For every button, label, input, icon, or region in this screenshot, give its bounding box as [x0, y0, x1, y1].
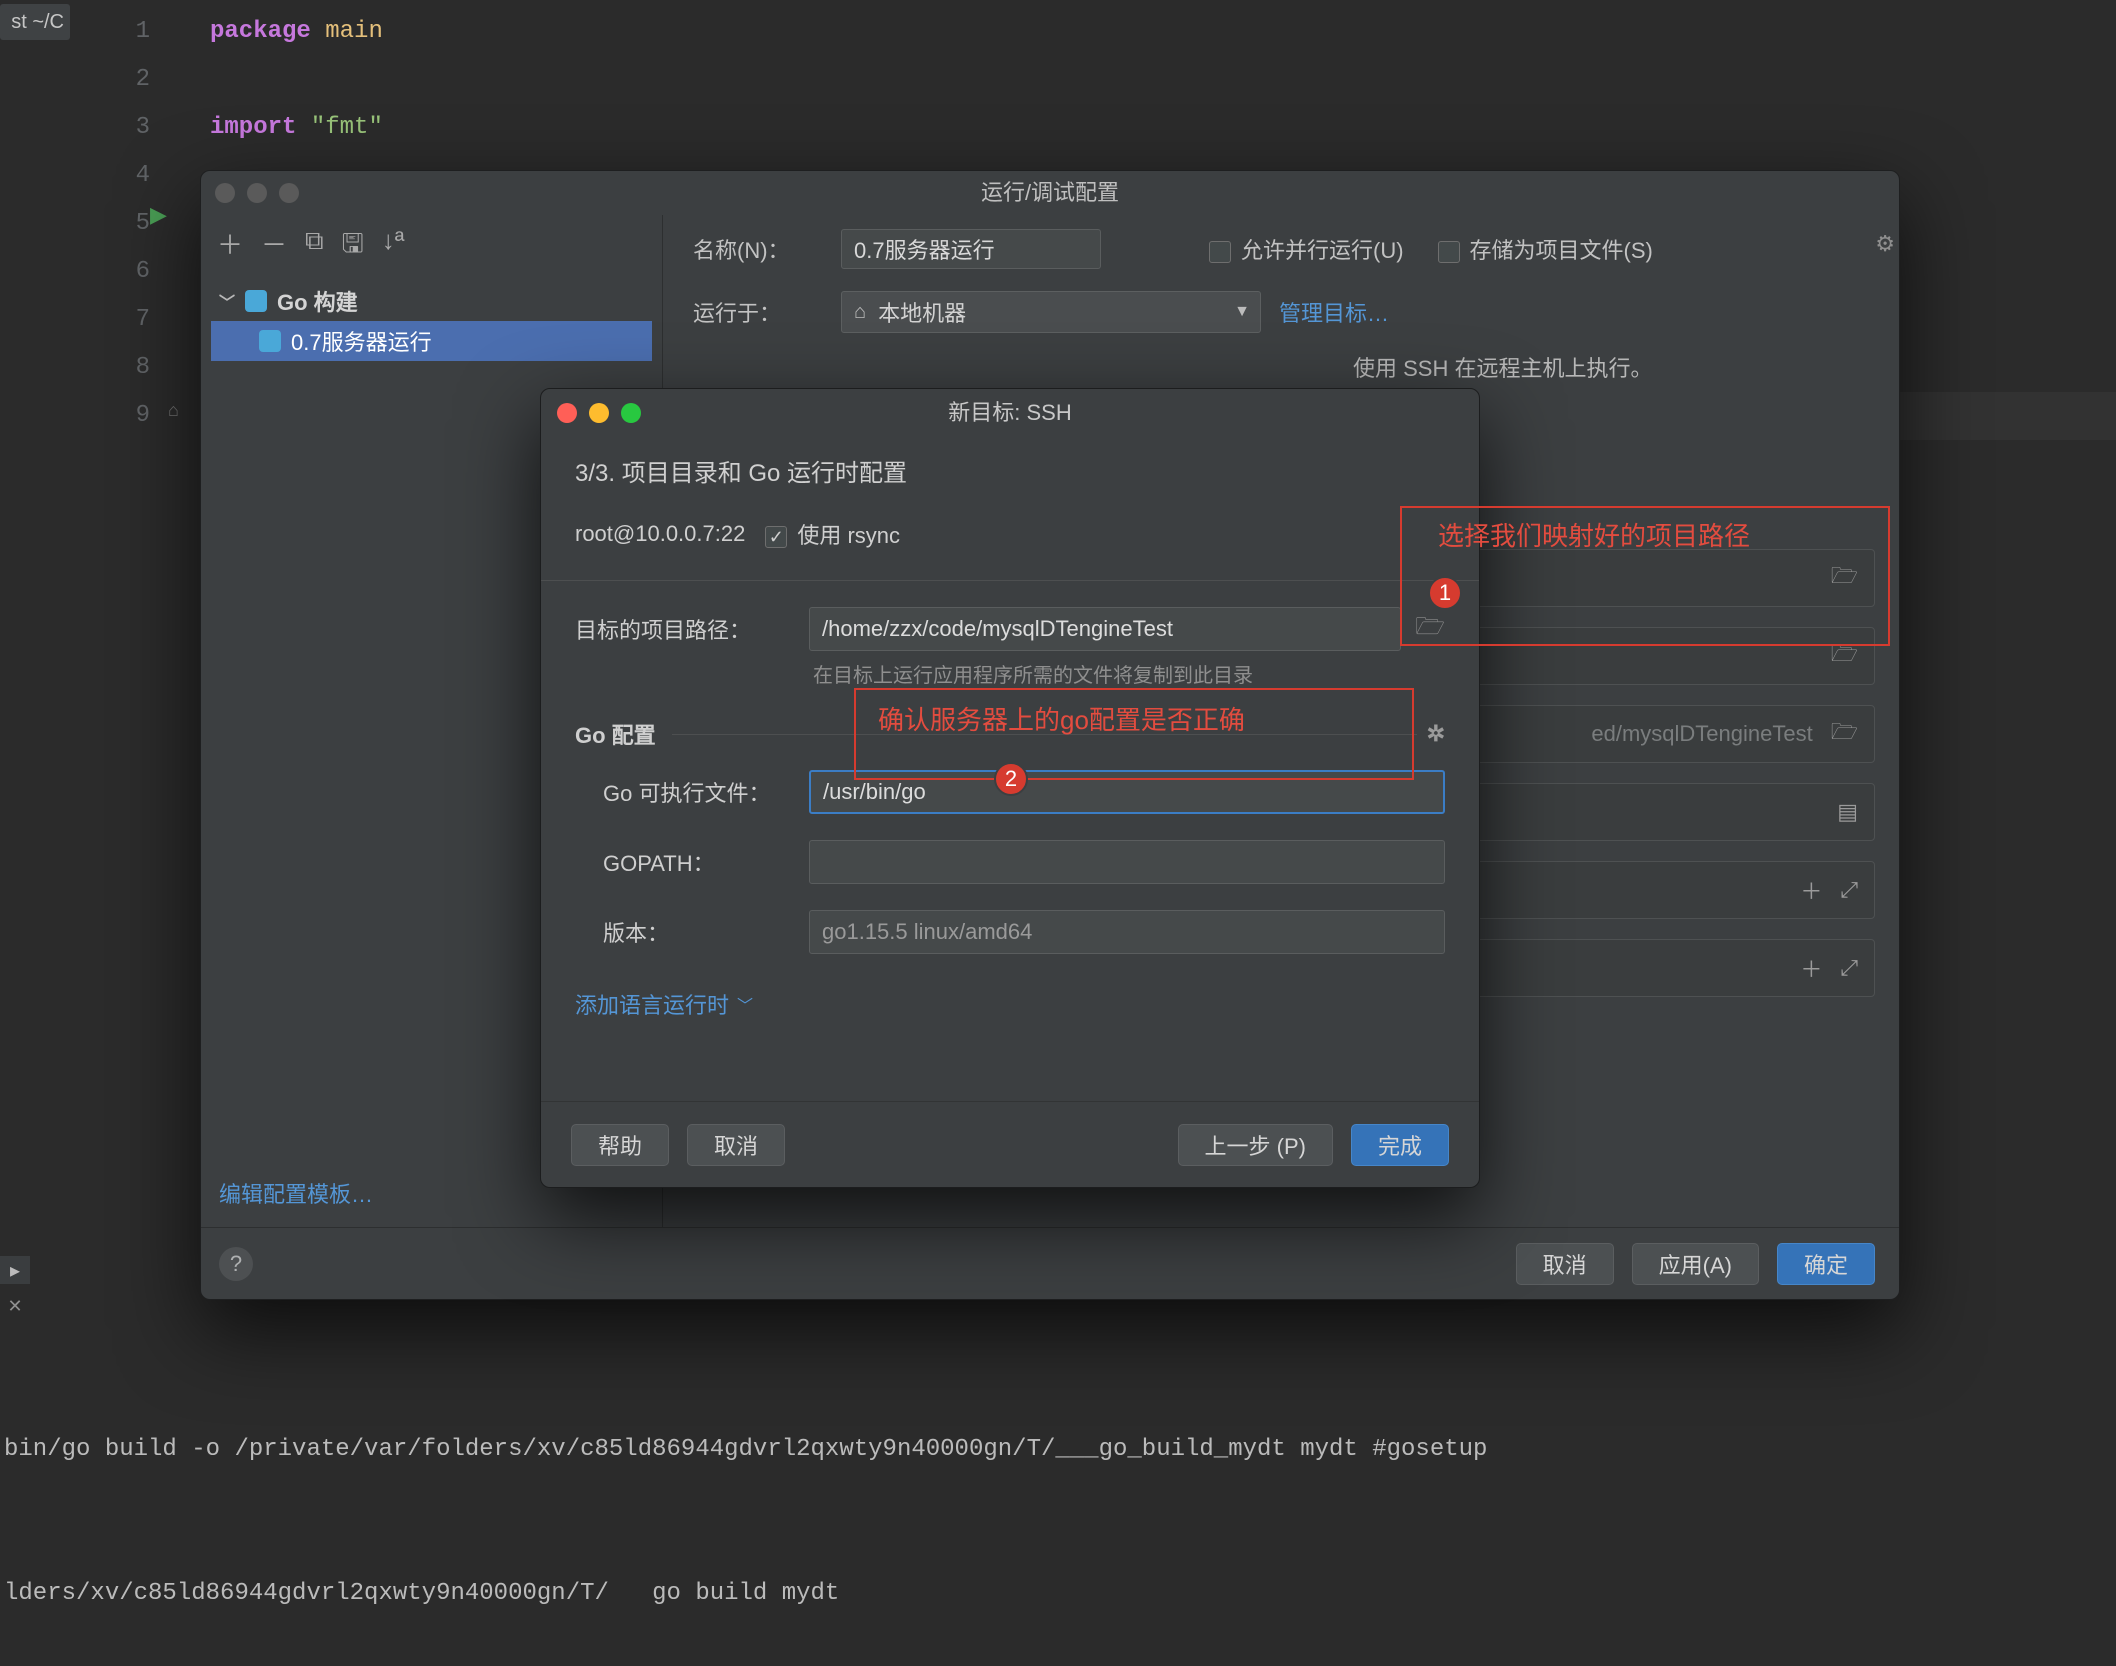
close-icon[interactable]	[557, 403, 577, 423]
annotation-badge-1: 1	[1428, 576, 1462, 610]
annotation-text-2: 确认服务器上的go配置是否正确	[878, 700, 1245, 737]
add-icon[interactable]: ＋	[1800, 874, 1822, 906]
run-on-label: 运行于：	[693, 296, 823, 328]
edit-config-templates-link[interactable]: 编辑配置模板…	[219, 1177, 373, 1209]
list-icon[interactable]: ▤	[1837, 799, 1858, 825]
previous-button[interactable]: 上一步 (P)	[1178, 1124, 1333, 1166]
sort-config-icon[interactable]: ↓ª	[382, 225, 405, 269]
allow-parallel-checkbox[interactable]: 允许并行运行(U)	[1209, 233, 1404, 265]
tree-item-label: 0.7服务器运行	[291, 325, 432, 357]
go-version-display	[809, 910, 1445, 954]
save-config-icon[interactable]: 🖫	[342, 225, 364, 269]
identifier: main	[325, 18, 383, 45]
terminal-output[interactable]: bin/go build -o /private/var/folders/xv/…	[0, 1330, 2116, 1666]
ssh-host-label: root@10.0.0.7:22	[575, 521, 745, 547]
terminal-line: bin/go build -o /private/var/folders/xv/…	[4, 1426, 2116, 1474]
ssh-dialog-title: 新目标: SSH	[541, 389, 1479, 437]
run-gutter-icon[interactable]: ▶	[150, 202, 167, 228]
expand-icon[interactable]: ⤢	[1840, 955, 1858, 981]
home-icon: ⌂	[854, 301, 866, 324]
expand-icon[interactable]: ⤢	[1840, 877, 1858, 903]
run-on-value: 本地机器	[878, 296, 966, 328]
minimize-icon[interactable]	[589, 403, 609, 423]
line-number: 9	[100, 392, 150, 440]
remove-config-icon[interactable]: －	[261, 225, 287, 269]
project-tab[interactable]: st ~/C	[0, 4, 70, 40]
tree-group-label: Go 构建	[277, 285, 358, 317]
tree-group-go-build[interactable]: ﹀ Go 构建	[211, 281, 652, 321]
use-rsync-checkbox[interactable]: 使用 rsync	[765, 518, 900, 550]
chevron-down-icon: ﹀	[737, 992, 753, 1016]
manage-targets-link[interactable]: 管理目标…	[1279, 296, 1389, 328]
gopath-input[interactable]	[809, 840, 1445, 884]
keyword: package	[210, 18, 311, 45]
config-tree[interactable]: ﹀ Go 构建 0.7服务器运行	[201, 277, 662, 365]
ssh-dialog-footer: 帮助 取消 上一步 (P) 完成	[541, 1101, 1479, 1187]
gopher-icon	[245, 290, 267, 312]
name-label: 名称(N)：	[693, 233, 823, 265]
tree-item-selected[interactable]: 0.7服务器运行	[211, 321, 652, 361]
line-number: 8	[100, 344, 150, 392]
dialog-title: 运行/调试配置	[201, 171, 1899, 215]
keyword: import	[210, 114, 296, 141]
line-number: 1	[100, 8, 150, 56]
config-toolbar: ＋ － ⧉ 🖫 ↓ª	[201, 215, 662, 277]
finish-button[interactable]: 完成	[1351, 1124, 1449, 1166]
line-number: 5	[100, 200, 150, 248]
string: "fmt"	[311, 114, 383, 141]
line-number: 3	[100, 104, 150, 152]
project-path-label: 目标的项目路径：	[575, 613, 795, 645]
gopath-label: GOPATH：	[575, 846, 795, 878]
annotation-text-1: 选择我们映射好的项目路径	[1438, 516, 1750, 553]
maximize-icon[interactable]	[621, 403, 641, 423]
gopher-icon	[259, 330, 281, 352]
gear-icon[interactable]: ⚙	[1875, 231, 1895, 257]
go-config-section-label: Go 配置	[575, 718, 656, 750]
add-config-icon[interactable]: ＋	[217, 225, 243, 269]
terminal-line: lders/xv/c85ld86944gdvrl2qxwty9n40000gn/…	[4, 1570, 2116, 1618]
dialog-footer: ? 取消 应用(A) 确定	[201, 1227, 1899, 1299]
add-icon[interactable]: ＋	[1800, 952, 1822, 984]
help-button[interactable]: 帮助	[571, 1124, 669, 1166]
code-editor[interactable]: package main import "fmt"	[210, 8, 2116, 152]
chevron-down-icon: ▼	[1234, 303, 1250, 321]
add-runtime-link[interactable]: 添加语言运行时﹀	[575, 988, 753, 1020]
annotation-badge-2: 2	[994, 762, 1028, 796]
window-traffic-lights[interactable]	[215, 183, 299, 203]
gear-icon[interactable]: ✲	[1427, 721, 1445, 747]
line-number: 6	[100, 248, 150, 296]
terminal-tab-chevron[interactable]: ▸	[0, 1256, 30, 1284]
project-path-input[interactable]	[809, 607, 1401, 651]
version-label: 版本：	[575, 916, 795, 948]
line-number: 4	[100, 152, 150, 200]
line-number: 7	[100, 296, 150, 344]
window-traffic-lights[interactable]	[557, 403, 641, 423]
apply-button[interactable]: 应用(A)	[1632, 1243, 1759, 1285]
project-path-hint: 在目标上运行应用程序所需的文件将复制到此目录	[813, 659, 1445, 688]
copy-config-icon[interactable]: ⧉	[305, 225, 324, 269]
go-exec-label: Go 可执行文件：	[575, 776, 795, 808]
ok-button[interactable]: 确定	[1777, 1243, 1875, 1285]
ssh-step-label: 3/3. 项目目录和 Go 运行时配置	[575, 453, 1445, 488]
terminal-close-icon[interactable]: ✕	[0, 1291, 30, 1321]
ssh-note: 使用 SSH 在远程主机上执行。	[693, 351, 1875, 383]
folder-icon[interactable]: 🗁	[1831, 715, 1858, 753]
chevron-down-icon: ﹀	[219, 289, 235, 313]
store-as-project-checkbox[interactable]: 存储为项目文件(S)	[1438, 233, 1653, 265]
cancel-button[interactable]: 取消	[1516, 1243, 1614, 1285]
line-number: 2	[100, 56, 150, 104]
config-name-input[interactable]	[841, 229, 1101, 269]
run-on-combo[interactable]: ⌂ 本地机器 ▼	[841, 291, 1261, 333]
help-icon[interactable]: ?	[219, 1247, 253, 1281]
cancel-button[interactable]: 取消	[687, 1124, 785, 1166]
fold-icon[interactable]: ⌂	[168, 400, 179, 421]
